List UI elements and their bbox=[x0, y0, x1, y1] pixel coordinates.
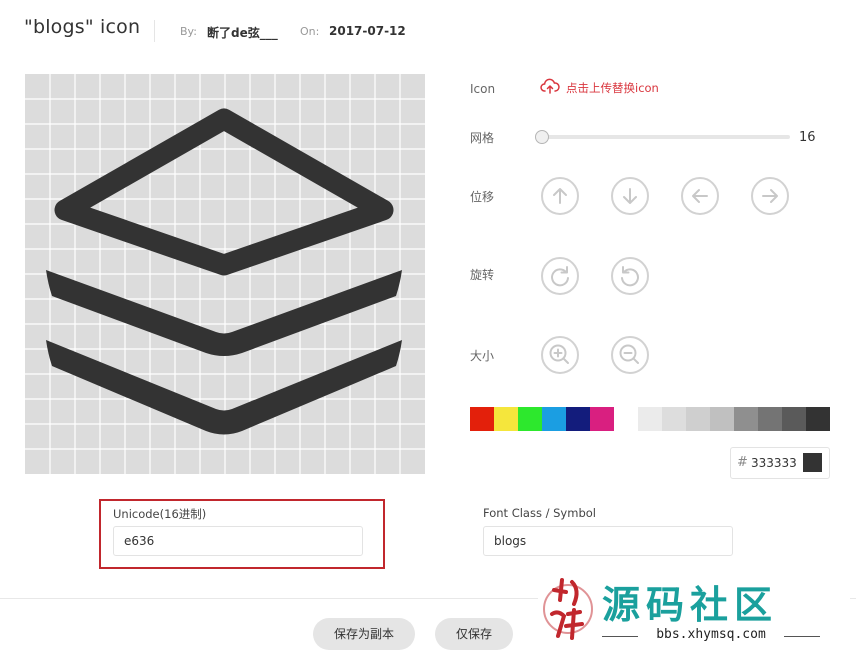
color-swatch[interactable] bbox=[734, 407, 758, 431]
cloud-upload-icon bbox=[540, 78, 560, 97]
color-swatch[interactable] bbox=[542, 407, 566, 431]
font-class-label: Font Class / Symbol bbox=[483, 506, 596, 520]
blogs-icon-preview bbox=[25, 74, 425, 474]
color-swatch[interactable] bbox=[518, 407, 542, 431]
zoom-out-button[interactable] bbox=[611, 336, 649, 374]
zoom-out-icon bbox=[619, 344, 639, 364]
grid-slider[interactable] bbox=[535, 130, 790, 144]
color-swatch[interactable] bbox=[662, 407, 686, 431]
hex-color-input[interactable]: # 333333 bbox=[730, 447, 830, 479]
arrow-down-icon bbox=[623, 188, 637, 204]
date-label: On: bbox=[300, 25, 320, 38]
hash-symbol: # bbox=[737, 455, 748, 470]
grid-label: 网格 bbox=[470, 131, 495, 145]
grid-slider-track[interactable] bbox=[540, 135, 790, 139]
color-swatch[interactable] bbox=[494, 407, 518, 431]
watermark-text: 源码社区 bbox=[602, 583, 779, 627]
watermark: 源码社区 bbs.xhymsq.com bbox=[538, 562, 850, 654]
arrow-up-icon bbox=[553, 188, 567, 204]
grid-value: 16 bbox=[799, 130, 816, 145]
size-label: 大小 bbox=[470, 349, 495, 363]
color-swatch[interactable] bbox=[614, 407, 638, 431]
color-swatch[interactable] bbox=[566, 407, 590, 431]
date-value: 2017-07-12 bbox=[329, 24, 406, 38]
color-swatch[interactable] bbox=[686, 407, 710, 431]
rotate-clockwise-icon bbox=[551, 266, 569, 287]
move-up-button[interactable] bbox=[541, 177, 579, 215]
save-as-copy-button[interactable]: 保存为副本 bbox=[313, 618, 415, 650]
watermark-url: bbs.xhymsq.com bbox=[656, 627, 766, 642]
upload-icon-link[interactable]: 点击上传替换icon bbox=[540, 78, 659, 97]
color-swatch[interactable] bbox=[590, 407, 614, 431]
move-right-button[interactable] bbox=[751, 177, 789, 215]
move-down-button[interactable] bbox=[611, 177, 649, 215]
zoom-in-icon bbox=[549, 344, 569, 364]
unicode-highlight-box bbox=[99, 499, 385, 569]
author-label: By: bbox=[180, 25, 197, 38]
icon-preview-canvas bbox=[25, 74, 425, 474]
icon-label: Icon bbox=[470, 82, 496, 96]
color-swatch[interactable] bbox=[710, 407, 734, 431]
color-swatch[interactable] bbox=[470, 407, 494, 431]
author-name[interactable]: 断了de弦___ bbox=[207, 24, 278, 41]
move-left-button[interactable] bbox=[681, 177, 719, 215]
page-header: "blogs" icon By: 断了de弦___ On: 2017-07-12 bbox=[0, 0, 856, 62]
rotate-label: 旋转 bbox=[470, 268, 495, 282]
color-swatch[interactable] bbox=[758, 407, 782, 431]
upload-label: 点击上传替换icon bbox=[566, 80, 659, 95]
rotate-counterclockwise-icon bbox=[621, 266, 639, 287]
color-palette bbox=[470, 407, 830, 431]
header-divider bbox=[154, 20, 155, 42]
font-class-input[interactable] bbox=[483, 526, 733, 556]
zoom-in-button[interactable] bbox=[541, 336, 579, 374]
rotate-counterclockwise-button[interactable] bbox=[611, 257, 649, 295]
rotate-clockwise-button[interactable] bbox=[541, 257, 579, 295]
arrow-left-icon bbox=[692, 189, 708, 203]
arrow-right-icon bbox=[762, 189, 778, 203]
hex-color-value[interactable]: 333333 bbox=[751, 456, 797, 470]
move-label: 位移 bbox=[470, 190, 495, 204]
current-color-preview bbox=[803, 453, 822, 472]
page-title: "blogs" icon bbox=[24, 16, 141, 38]
color-swatch[interactable] bbox=[806, 407, 830, 431]
seal-logo-icon bbox=[543, 578, 593, 640]
color-swatch[interactable] bbox=[638, 407, 662, 431]
grid-slider-thumb[interactable] bbox=[535, 130, 549, 144]
save-button[interactable]: 仅保存 bbox=[435, 618, 513, 650]
color-swatch[interactable] bbox=[782, 407, 806, 431]
